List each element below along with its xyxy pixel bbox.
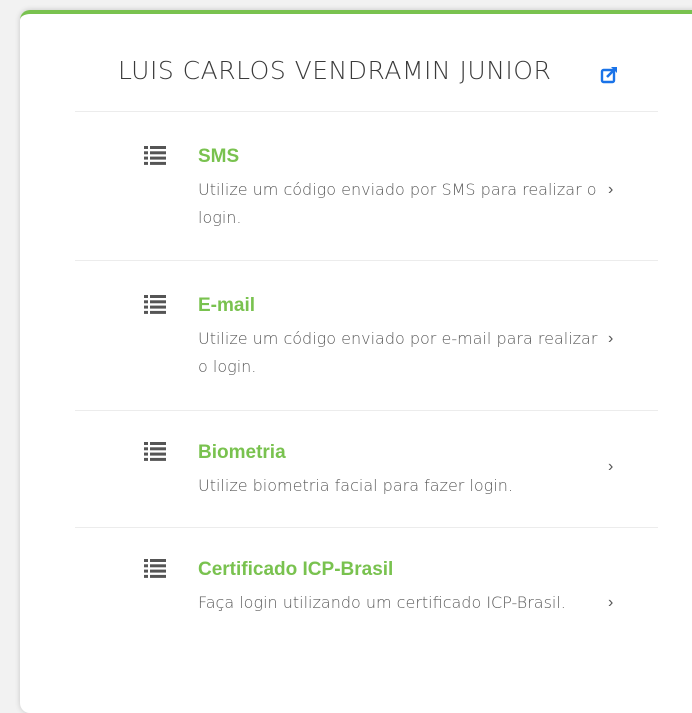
option-email[interactable]: E-mail Utilize um código enviado por e-m… (75, 295, 658, 407)
option-description: Utilize um código enviado por e-mail par… (198, 329, 598, 376)
option-sms[interactable]: SMS Utilize um código enviado por SMS pa… (75, 146, 658, 258)
option-description: Faça login utilizando um certificado ICP… (198, 593, 566, 612)
card-header: LUIS CARLOS VENDRAMIN JUNIOR (20, 14, 692, 114)
list-icon (144, 442, 166, 461)
option-description: Utilize biometria facial para fazer logi… (198, 476, 513, 495)
user-name: LUIS CARLOS VENDRAMIN JUNIOR (118, 56, 552, 85)
chevron-right-icon: › (608, 458, 614, 475)
divider (75, 410, 658, 411)
option-description: Utilize um código enviado por SMS para r… (198, 180, 597, 227)
login-method-card: LUIS CARLOS VENDRAMIN JUNIOR SMS Utilize… (20, 10, 692, 713)
option-biometria[interactable]: Biometria Utilize biometria facial para … (75, 442, 658, 528)
list-icon (144, 295, 166, 314)
option-title: E-mail (198, 295, 256, 316)
list-icon (144, 559, 166, 578)
chevron-right-icon: › (608, 594, 614, 611)
option-title: Certificado ICP-Brasil (198, 559, 394, 580)
divider (75, 111, 658, 112)
list-icon (144, 146, 166, 165)
option-title: Biometria (198, 442, 286, 463)
external-link-icon[interactable] (600, 64, 620, 84)
divider (75, 527, 658, 528)
chevron-right-icon: › (608, 330, 614, 347)
chevron-right-icon: › (608, 181, 614, 198)
divider (75, 260, 658, 261)
option-title: SMS (198, 146, 240, 167)
option-certificado-icp-brasil[interactable]: Certificado ICP-Brasil Faça login utiliz… (75, 559, 658, 671)
